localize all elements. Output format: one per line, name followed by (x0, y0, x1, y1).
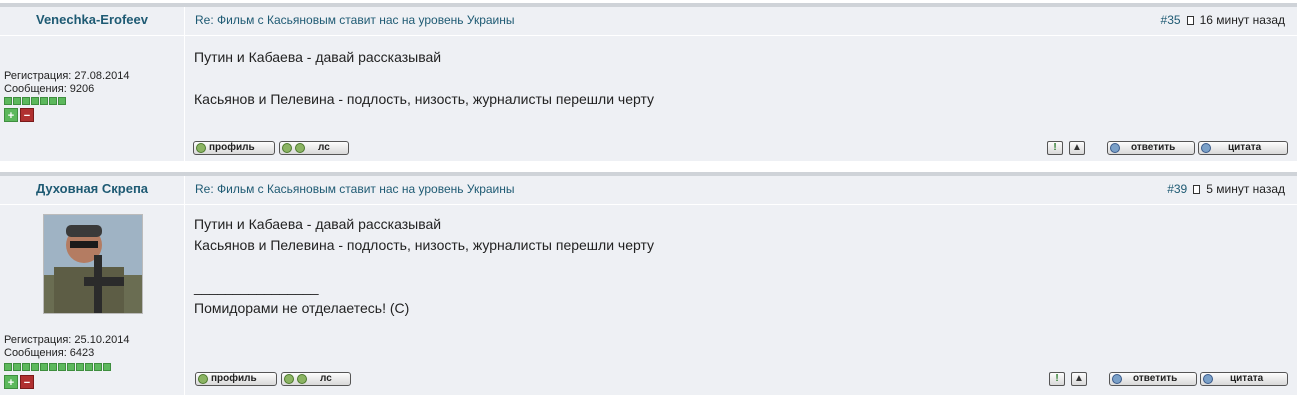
forum-post: Духовная Скрепа Регистрация: 25.10.2014 … (0, 172, 1297, 395)
vote-minus-icon[interactable]: − (20, 375, 34, 389)
vote-plus-icon[interactable]: + (4, 375, 18, 389)
users-icon (297, 374, 307, 384)
quote-button[interactable]: цитата (1198, 141, 1288, 155)
signature-divider: ________________ (194, 279, 319, 295)
quote-icon (1201, 143, 1211, 153)
arrow-up-icon[interactable]: ▲ (1071, 372, 1087, 386)
reputation-block (49, 97, 57, 105)
reply-label: ответить (1133, 373, 1178, 384)
post-number[interactable]: #39 (1167, 182, 1187, 196)
quote-label: цитата (1228, 142, 1262, 153)
divider (0, 35, 184, 36)
reputation-block (31, 97, 39, 105)
reputation-block (67, 363, 75, 371)
message-count: Сообщения: 9206 (4, 83, 95, 95)
reputation-block (13, 363, 21, 371)
post-topic[interactable]: Re: Фильм с Касьяновым ставит нас на уро… (195, 13, 515, 27)
post-time: 5 минут назад (1206, 182, 1285, 196)
post-line: Касьянов и Пелевина - подлость, низость,… (194, 237, 655, 253)
reputation-block (49, 363, 57, 371)
divider (185, 204, 1297, 205)
post-author-panel: Духовная Скрепа Регистрация: 25.10.2014 … (0, 176, 185, 395)
reputation-block (31, 363, 39, 371)
reputation-block (4, 363, 12, 371)
reputation-bar (4, 363, 111, 371)
reputation-block (103, 363, 111, 371)
reputation-block (85, 363, 93, 371)
author-name[interactable]: Духовная Скрепа (0, 181, 184, 196)
reply-label: ответить (1131, 142, 1176, 153)
reputation-block (58, 363, 66, 371)
reputation-block (58, 97, 66, 105)
report-icon[interactable]: ! (1049, 372, 1065, 386)
profile-label: профиль (209, 142, 255, 153)
vote-controls: + − (4, 375, 34, 389)
reputation-block (40, 363, 48, 371)
post-body: Путин и Кабаева - давай рассказывай Кась… (194, 214, 1287, 319)
profile-label: профиль (211, 373, 257, 384)
avatar[interactable] (43, 214, 143, 314)
profile-button[interactable]: профиль (193, 141, 275, 155)
vote-minus-icon[interactable]: − (20, 108, 34, 122)
post-topic[interactable]: Re: Фильм с Касьяновым ставит нас на уро… (195, 182, 515, 196)
avatar-photo (44, 215, 142, 313)
users-icon (284, 374, 294, 384)
vote-plus-icon[interactable]: + (4, 108, 18, 122)
post-line (194, 256, 1287, 277)
post-header-info: #35 16 минут назад (1161, 13, 1285, 27)
document-icon (1193, 184, 1201, 194)
registration-date: Регистрация: 27.08.2014 (4, 70, 130, 82)
profile-button[interactable]: профиль (195, 372, 277, 386)
reputation-block (4, 97, 12, 105)
post-header-info: #39 5 минут назад (1167, 182, 1285, 196)
reply-button[interactable]: ответить (1107, 141, 1195, 155)
quote-icon (1203, 374, 1213, 384)
post-content: Re: Фильм с Касьяновым ставит нас на уро… (185, 7, 1297, 161)
pm-button[interactable]: лс (281, 372, 351, 386)
report-icon[interactable]: ! (1047, 141, 1063, 155)
signature: Помидорами не отделаетесь! (С) (194, 300, 410, 316)
reputation-block (40, 97, 48, 105)
reputation-block (94, 363, 102, 371)
post-line: Касьянов и Пелевина - подлость, низость,… (194, 91, 655, 107)
reputation-block (22, 363, 30, 371)
reputation-block (13, 97, 21, 105)
user-icon (196, 143, 206, 153)
post-content: Re: Фильм с Касьяновым ставит нас на уро… (185, 176, 1297, 395)
post-number[interactable]: #35 (1161, 13, 1181, 27)
registration-date: Регистрация: 25.10.2014 (4, 334, 130, 346)
reply-icon (1110, 143, 1120, 153)
pm-label: лс (320, 373, 332, 384)
forum-post: Venechka-Erofeev Регистрация: 27.08.2014… (0, 3, 1297, 161)
divider (0, 204, 184, 205)
reputation-block (22, 97, 30, 105)
pm-button[interactable]: лс (279, 141, 349, 155)
message-count: Сообщения: 6423 (4, 347, 95, 359)
post-body: Путин и Кабаева - давай рассказывай Кась… (194, 47, 1287, 110)
author-name[interactable]: Venechka-Erofeev (0, 12, 184, 27)
arrow-up-icon[interactable]: ▲ (1069, 141, 1085, 155)
post-line: Путин и Кабаева - давай рассказывай (194, 49, 442, 65)
users-icon (282, 143, 292, 153)
post-author-panel: Venechka-Erofeev Регистрация: 27.08.2014… (0, 7, 185, 161)
post-time: 16 минут назад (1199, 13, 1285, 27)
reply-button[interactable]: ответить (1109, 372, 1197, 386)
post-line (194, 68, 1287, 89)
reply-icon (1112, 374, 1122, 384)
users-icon (295, 143, 305, 153)
user-icon (198, 374, 208, 384)
post-line: Путин и Кабаева - давай рассказывай (194, 216, 442, 232)
quote-button[interactable]: цитата (1200, 372, 1288, 386)
vote-controls: + − (4, 108, 34, 122)
quote-label: цитата (1230, 373, 1264, 384)
reputation-block (76, 363, 84, 371)
reputation-bar (4, 97, 66, 105)
pm-label: лс (318, 142, 330, 153)
document-icon (1186, 15, 1194, 25)
divider (185, 35, 1297, 36)
